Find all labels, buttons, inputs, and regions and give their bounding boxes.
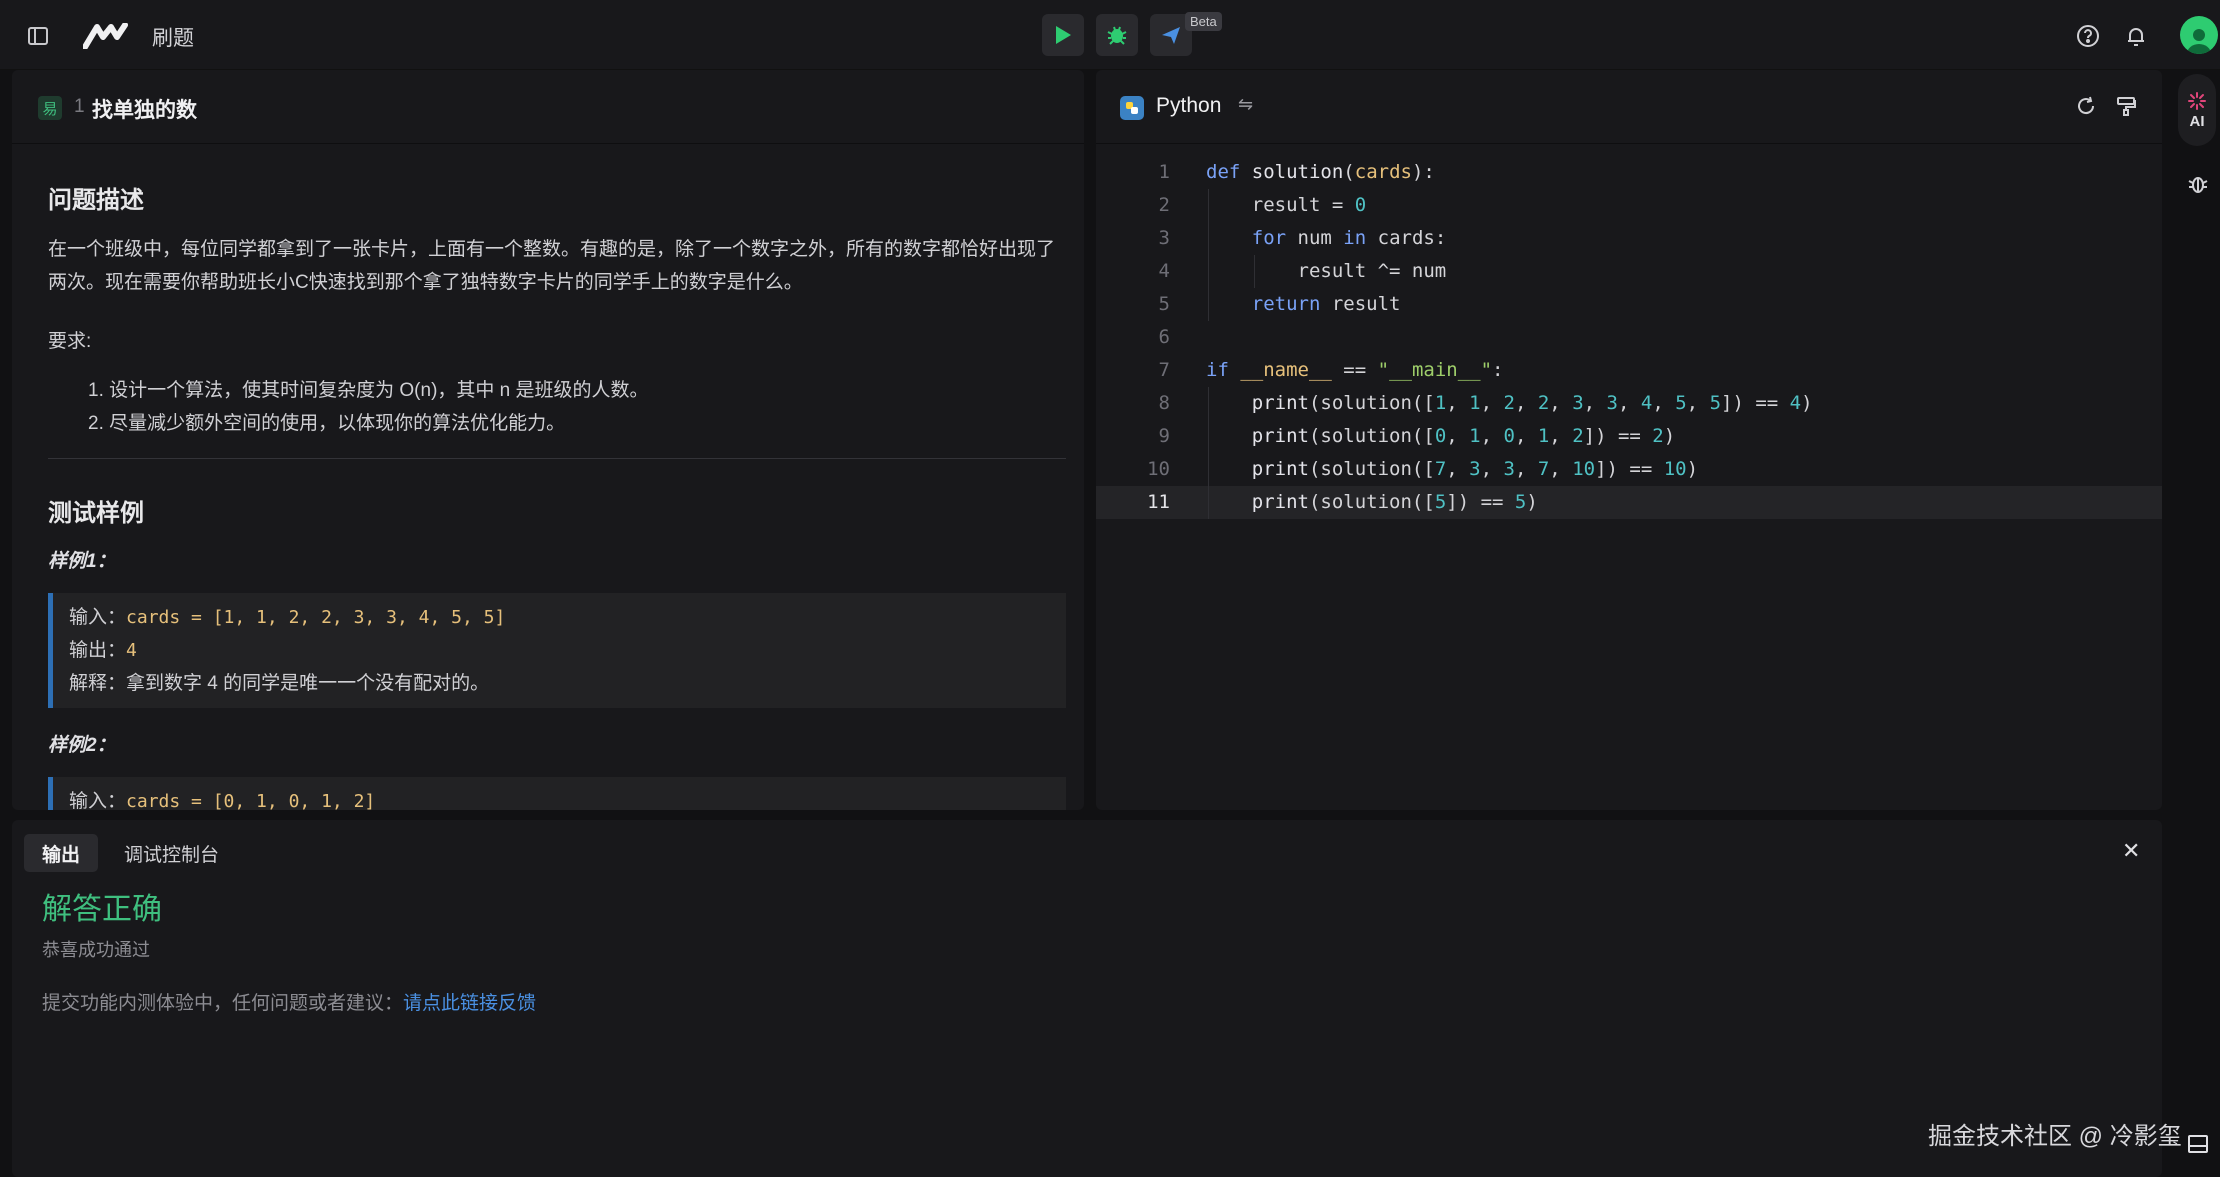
marscode-logo-icon (82, 20, 130, 52)
bug-icon (1107, 26, 1127, 45)
code-line[interactable]: 4 result ^= num (1096, 255, 2162, 288)
watermark: 掘金技术社区 @ 冷影玺 (1928, 1123, 2182, 1150)
example-input: 输入：cards = [0, 1, 0, 1, 2] (69, 791, 376, 810)
code-area[interactable]: 1 def solution(cards): 2 result = 0 3 for… (1096, 156, 2162, 519)
beta-badge: Beta (1185, 12, 1222, 31)
example-output: 输出：4 (69, 640, 137, 661)
debug-side-icon[interactable] (2184, 170, 2212, 198)
requirements-list: 1. 设计一个算法，使其时间复杂度为 O(n)，其中 n 是班级的人数。 2. … (48, 374, 1066, 440)
send-icon (1162, 27, 1180, 44)
top-bar: 刷题 Beta (0, 0, 2220, 70)
close-icon[interactable]: ✕ (2122, 838, 2140, 864)
sidebar-toggle-icon[interactable] (22, 20, 54, 52)
problem-title: 找单独的数 (92, 99, 197, 122)
result-title: 解答正确 (42, 893, 162, 926)
language-selector[interactable]: Python (1156, 94, 1221, 118)
code-line[interactable]: 10 print(solution([7, 3, 3, 7, 10]) == 1… (1096, 453, 2162, 486)
run-button[interactable] (1042, 14, 1084, 56)
swap-icon[interactable]: ⇋ (1238, 94, 1253, 115)
user-avatar[interactable] (2180, 16, 2218, 54)
debug-button[interactable] (1096, 14, 1138, 56)
divider (48, 458, 1066, 459)
tab-output[interactable]: 输出 (24, 834, 99, 872)
description-text: 在一个班级中，每位同学都拿到了一张卡片，上面有一个整数。有趣的是，除了一个数字之… (48, 239, 1056, 293)
code-line[interactable]: 8 print(solution([1, 1, 2, 2, 3, 3, 4, 5… (1096, 387, 2162, 420)
code-line[interactable]: 7 if __name__ == "__main__": (1096, 354, 2162, 387)
code-line[interactable]: 3 for num in cards: (1096, 222, 2162, 255)
editor-header: Python ⇋ (1096, 70, 2162, 144)
feedback-link[interactable]: 请点此链接反馈 (403, 993, 536, 1014)
code-line[interactable]: 1 def solution(cards): (1096, 156, 2162, 189)
examples-heading: 测试样例 (48, 500, 144, 527)
example-box: 输入：cards = [0, 1, 0, 1, 2] (48, 777, 1066, 810)
python-icon (1120, 96, 1144, 120)
requirement-item: 2. 尽量减少额外空间的使用，以体现你的算法优化能力。 (88, 413, 566, 434)
code-line[interactable]: 2 result = 0 (1096, 189, 2162, 222)
example-box: 输入：cards = [1, 1, 2, 2, 3, 3, 4, 5, 5] 输… (48, 593, 1066, 708)
tab-debug-console[interactable]: 调试控制台 (106, 834, 237, 872)
code-line[interactable]: 5 return result (1096, 288, 2162, 321)
code-editor-panel: Python ⇋ 1 def solution(cards): 2 result … (1096, 70, 2162, 810)
code-line[interactable]: 9 print(solution([0, 1, 0, 1, 2]) == 2) (1096, 420, 2162, 453)
example-explain: 解释：拿到数字 4 的同学是唯一一个没有配对的。 (69, 673, 490, 694)
difficulty-badge: 易 (38, 96, 62, 120)
example-input: 输入：cards = [1, 1, 2, 2, 3, 3, 4, 5, 5] (69, 607, 506, 628)
play-icon (1056, 26, 1071, 44)
feedback-text: 提交功能内测体验中，任何问题或者建议：请点此链接反馈 (42, 993, 537, 1014)
reset-icon[interactable] (2072, 92, 2100, 120)
notification-bell-icon[interactable] (2120, 20, 2152, 52)
ai-assistant-button[interactable]: AI (2178, 74, 2216, 146)
format-icon[interactable] (2112, 92, 2140, 120)
requirement-item: 1. 设计一个算法，使其时间复杂度为 O(n)，其中 n 是班级的人数。 (88, 380, 649, 401)
code-line[interactable]: 6 (1096, 321, 2162, 354)
help-icon[interactable] (2072, 20, 2104, 52)
result-subtitle: 恭喜成功通过 (42, 940, 150, 960)
problem-number: 1 (74, 96, 85, 117)
code-line-active[interactable]: 11 print(solution([5]) == 5) (1096, 486, 2162, 519)
layout-icon[interactable] (2184, 1130, 2212, 1158)
output-panel: 输出 调试控制台 ✕ 解答正确 恭喜成功通过 提交功能内测体验中，任何问题或者建… (12, 820, 2162, 1177)
problem-panel: 易 1 找单独的数 问题描述 在一个班级中，每位同学都拿到了一张卡片，上面有一个… (12, 70, 1084, 810)
app-title: 刷题 (152, 27, 194, 50)
problem-description: 问题描述 在一个班级中，每位同学都拿到了一张卡片，上面有一个整数。有趣的是，除了… (48, 180, 1066, 810)
sparkle-icon (2188, 91, 2206, 110)
user-icon (2187, 29, 2211, 54)
problem-header: 易 1 找单独的数 (12, 70, 1084, 144)
description-heading: 问题描述 (48, 187, 144, 214)
example-title: 样例1： (48, 551, 116, 572)
requirements-label: 要求: (48, 331, 92, 352)
example-title: 样例2： (48, 735, 116, 756)
